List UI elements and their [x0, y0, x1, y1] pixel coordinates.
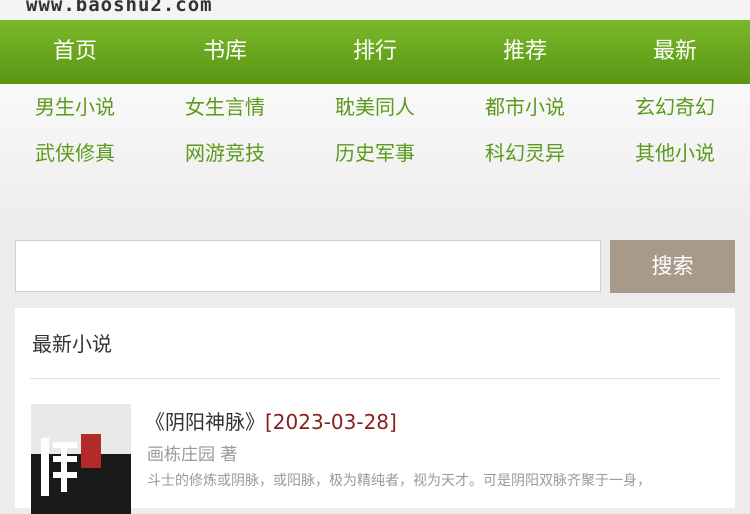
search-button[interactable]: 搜索: [610, 240, 735, 293]
book-name[interactable]: 《阴阳神脉》: [145, 410, 265, 434]
main-nav: 首页 书库 排行 推荐 最新: [0, 20, 750, 84]
cover-art-icon: [37, 432, 81, 502]
category-link[interactable]: 武侠修真: [0, 130, 150, 176]
category-link[interactable]: 网游竞技: [150, 130, 300, 176]
category-link[interactable]: 男生小说: [0, 84, 150, 130]
divider: [30, 378, 720, 379]
book-title-line[interactable]: 《阴阳神脉》[2023-03-28]: [145, 406, 397, 435]
category-row: 武侠修真 网游竞技 历史军事 科幻灵异 其他小说: [0, 130, 750, 176]
category-link[interactable]: 其他小说: [600, 130, 750, 176]
search-bar: 搜索: [0, 232, 750, 302]
book-date: [2023-03-28]: [265, 410, 397, 434]
nav-item-home[interactable]: 首页: [0, 20, 150, 84]
category-menu: 男生小说 女生言情 耽美同人 都市小说 玄幻奇幻 武侠修真 网游竞技 历史军事 …: [0, 84, 750, 224]
book-description: 斗士的修炼或阴脉，或阳脉，极为精纯者，视为天才。可是阴阳双脉齐聚于一身，: [147, 473, 651, 489]
site-url: www.baoshu2.com: [26, 0, 213, 16]
panel-title: 最新小说: [32, 332, 112, 356]
nav-item-recommend[interactable]: 推荐: [450, 20, 600, 84]
latest-novels-panel: 最新小说 《阴阳神脉》[2023-03-28] 画栋庄园 著 斗士的修炼或阴脉，…: [15, 308, 735, 514]
category-link[interactable]: 历史军事: [300, 130, 450, 176]
cover-red-stripe: [81, 434, 101, 468]
category-link[interactable]: 女生言情: [150, 84, 300, 130]
nav-item-ranking[interactable]: 排行: [300, 20, 450, 84]
category-row: 男生小说 女生言情 耽美同人 都市小说 玄幻奇幻: [0, 84, 750, 130]
category-link[interactable]: 都市小说: [450, 84, 600, 130]
nav-item-library[interactable]: 书库: [150, 20, 300, 84]
category-link[interactable]: 耽美同人: [300, 84, 450, 130]
category-link[interactable]: 科幻灵异: [450, 130, 600, 176]
category-link[interactable]: 玄幻奇幻: [600, 84, 750, 130]
book-cover-image[interactable]: [31, 404, 131, 514]
book-author: 画栋庄园 著: [147, 445, 238, 465]
nav-item-latest[interactable]: 最新: [600, 20, 750, 84]
search-input[interactable]: [15, 240, 601, 292]
top-bar: www.baoshu2.com: [0, 0, 750, 20]
